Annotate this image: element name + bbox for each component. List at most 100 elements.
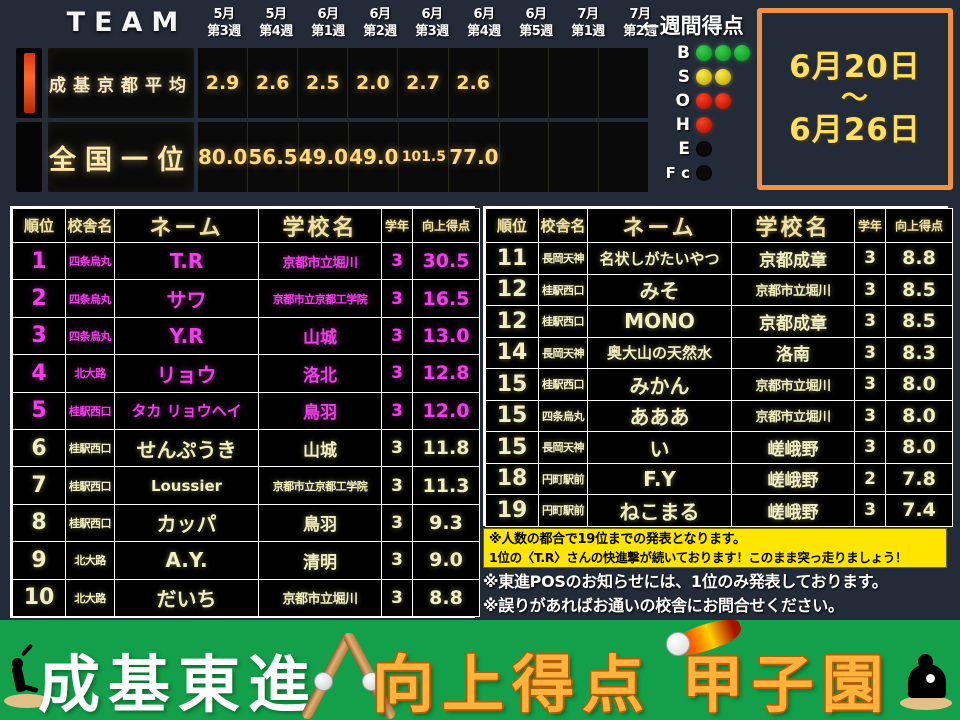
- cell-branch: 桂駅西口: [65, 466, 115, 505]
- cell-grade: 3: [381, 466, 413, 505]
- table-row[interactable]: 5 桂駅西口 タカ リョウヘイ 鳥羽 3 12.0: [12, 391, 480, 430]
- cell-rank: 15: [485, 368, 539, 401]
- cell-school: 洛南: [731, 336, 855, 369]
- table-row[interactable]: 18 円町駅前 F.Y 嵯峨野 2 7.8: [485, 462, 953, 495]
- cell-rank: 12: [485, 305, 539, 338]
- cell-school: 京都市立京都工学院: [258, 466, 382, 505]
- table-row[interactable]: 8 桂駅西口 カッパ 鳥羽 3 9.3: [12, 503, 480, 543]
- cell-rank: 8: [12, 503, 66, 543]
- cell-rank: 5: [12, 391, 66, 430]
- cell-score: 12.8: [412, 354, 480, 393]
- table-row[interactable]: 4 北大路 リョウ 洛北 3 12.8: [12, 354, 480, 393]
- table-row[interactable]: 6 桂駅西口 せんぷうき 山城 3 11.8: [12, 428, 480, 468]
- cell-name: だいち: [114, 578, 259, 617]
- cell-school: 嵯峨野: [731, 462, 855, 495]
- cell-name: 奥大山の天然水: [587, 336, 732, 369]
- table-row[interactable]: 12 桂駅西口 みそ 京都市立堀川 3 8.5: [485, 273, 953, 306]
- table-header-name: ネーム: [587, 208, 732, 243]
- bso-label: B: [677, 42, 690, 63]
- table-row[interactable]: 15 桂駅西口 みかん 京都市立堀川 3 8.0: [485, 368, 953, 401]
- cell-grade: 3: [381, 503, 413, 543]
- cell-grade: 3: [854, 242, 886, 275]
- cell-school: 鳥羽: [258, 391, 382, 430]
- table-row[interactable]: 10 北大路 だいち 京都市立堀川 3 8.8: [12, 578, 480, 617]
- table-header-rank: 順位: [485, 208, 539, 243]
- bso-label: S: [677, 66, 690, 87]
- cell-rank: 19: [485, 494, 539, 527]
- score-cell-r1-w9: [599, 122, 648, 192]
- cell-school: 京都市立堀川: [258, 241, 382, 281]
- bso-dot-lit: [715, 68, 731, 85]
- week-header-week: 第3週: [415, 24, 449, 39]
- catcher-head-icon: [918, 654, 933, 669]
- table-header-grade: 学年: [381, 208, 413, 243]
- cell-rank: 7: [12, 466, 66, 505]
- cell-school: 京都市立堀川: [258, 578, 382, 617]
- score-cell-r0-w3: 2.5: [298, 48, 349, 118]
- score-cell-r0-w1: 2.9: [198, 48, 249, 118]
- cell-name: Loussier: [114, 466, 259, 505]
- cell-score: 8.0: [885, 368, 953, 401]
- batter-bat-icon: [20, 643, 34, 657]
- catcher-dirt: [900, 696, 952, 710]
- cell-score: 8.8: [412, 578, 480, 617]
- bso-dot-off: [696, 140, 712, 157]
- cell-score: 16.5: [412, 279, 480, 318]
- cell-branch: 四条烏丸: [65, 241, 115, 281]
- bso-row-h: H: [660, 114, 715, 135]
- table-row[interactable]: 15 長岡天神い嵯峨野 3 8.0: [485, 431, 953, 464]
- cell-rank: 1: [12, 241, 66, 281]
- cell-score: 9.3: [412, 503, 480, 543]
- cell-score: 30.5: [412, 241, 480, 281]
- cell-grade: 2: [854, 462, 886, 495]
- table-row[interactable]: 15 四条烏丸 あああ 京都市立堀川 3 8.0: [485, 399, 953, 432]
- cell-score: 8.8: [885, 242, 953, 275]
- table-header-score: 向上得点: [885, 208, 953, 243]
- cell-name: い: [587, 431, 732, 464]
- bso-row-fc: F c: [660, 162, 715, 183]
- table-header-row: 順位 校舎名 ネーム 学校名 学年 向上得点: [12, 208, 480, 243]
- week-header-8: 7月 第1週: [562, 6, 614, 42]
- table-row[interactable]: 9 北大路 A.Y. 清明 3 9.0: [12, 541, 480, 580]
- week-header-month: 5月: [213, 7, 235, 22]
- cell-branch: 北大路: [65, 354, 115, 393]
- cell-branch: 四条烏丸: [65, 279, 115, 318]
- cell-branch: 桂駅西口: [65, 503, 115, 543]
- cell-rank: 15: [485, 399, 539, 432]
- score-cell-r0-w2: 2.6: [248, 48, 299, 118]
- cell-school: 鳥羽: [258, 503, 382, 543]
- table-row[interactable]: 19 円町駅前 ねこまる 嵯峨野 3 7.4: [485, 494, 953, 527]
- table-row[interactable]: 7 桂駅西口 Loussier 京都市立京都工学院 3 11.3: [12, 466, 480, 505]
- table-row[interactable]: 2 四条烏丸 サワ 京都市立京都工学院 3 16.5: [12, 279, 480, 318]
- cell-branch: 円町駅前: [538, 462, 588, 495]
- bso-label: H: [675, 114, 690, 135]
- table-row[interactable]: 14 長岡天神 奥大山の天然水 洛南 3 8.3: [485, 336, 953, 369]
- table-row[interactable]: 3 四条烏丸 Y.R 山城 3 13.0: [12, 316, 480, 356]
- table-row[interactable]: 11 長岡天神 名状しがたいやつ 京都成章 3 8.8: [485, 242, 953, 275]
- cell-rank: 6: [12, 428, 66, 468]
- cell-score: 7.8: [885, 462, 953, 495]
- bso-dot-off: [696, 164, 712, 181]
- table-row[interactable]: 1 四条烏丸 T.R 京都市立堀川 3 30.5: [12, 241, 480, 281]
- bso-label: E: [678, 138, 690, 159]
- cell-score: 8.5: [885, 305, 953, 338]
- cell-branch: 円町駅前: [538, 494, 588, 527]
- cell-branch: 桂駅西口: [65, 428, 115, 468]
- cell-branch: 長岡天神: [538, 336, 588, 369]
- table-row[interactable]: 12 桂駅西口 MONO 京都成章 3 8.5: [485, 305, 953, 338]
- note-dark-line2: ※誤りがあればお通いの校舎にお問合せください。: [483, 596, 844, 615]
- team-word: TEAM: [66, 7, 188, 38]
- cell-grade: 3: [854, 399, 886, 432]
- score-cell-r1-w3: 49.0: [299, 122, 350, 192]
- week-header-week: 第3週: [207, 24, 241, 39]
- week-header-week: 第5週: [519, 24, 553, 39]
- cell-score: 7.4: [885, 494, 953, 527]
- cell-branch: 四条烏丸: [65, 316, 115, 356]
- cell-branch: 桂駅西口: [538, 368, 588, 401]
- cell-grade: 3: [854, 305, 886, 338]
- table-header-branch: 校舎名: [538, 208, 588, 243]
- cell-name: 名状しがたいやつ: [587, 242, 732, 275]
- score-cell-r1-w2: 56.5: [248, 122, 299, 192]
- cell-school: 京都市立堀川: [731, 368, 855, 401]
- date-end: 6月26日: [789, 111, 921, 148]
